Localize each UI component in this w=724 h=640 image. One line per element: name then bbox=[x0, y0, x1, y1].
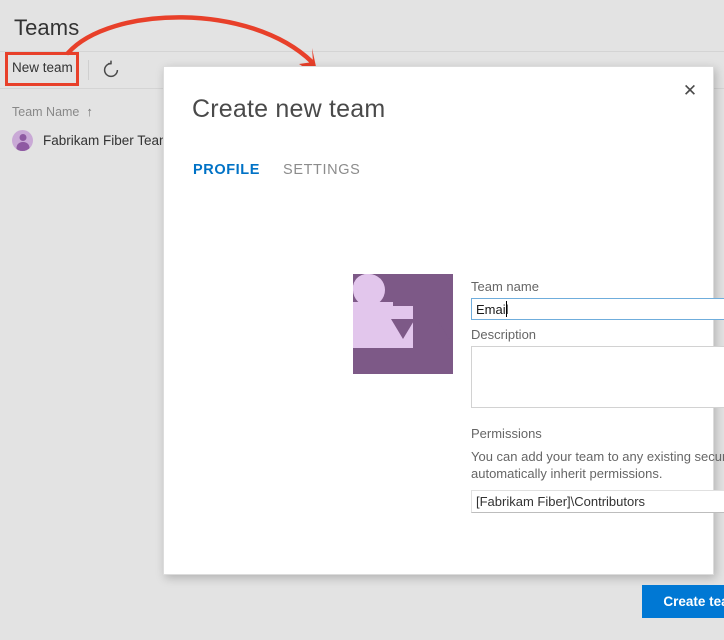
description-textarea[interactable] bbox=[471, 346, 724, 408]
permissions-dropdown[interactable]: [Fabrikam Fiber]\Contributors bbox=[471, 490, 724, 513]
page-title: Teams bbox=[14, 15, 79, 41]
tab-profile[interactable]: PROFILE bbox=[193, 162, 260, 182]
team-name-input[interactable] bbox=[471, 298, 724, 320]
toolbar-separator bbox=[88, 60, 89, 80]
column-header-team-name[interactable]: Team Name ↑ bbox=[12, 104, 93, 119]
create-new-team-dialog: ✕ Create new team PROFILE SETTINGS Team … bbox=[163, 66, 714, 575]
person-silhouette-center bbox=[353, 274, 413, 348]
column-header-label: Team Name bbox=[12, 105, 79, 119]
new-team-button[interactable]: New team bbox=[12, 60, 73, 75]
create-team-button[interactable]: Create team bbox=[642, 585, 724, 618]
description-label: Description bbox=[471, 327, 536, 342]
table-row[interactable]: Fabrikam Fiber Team bbox=[12, 130, 170, 151]
tab-settings[interactable]: SETTINGS bbox=[283, 162, 360, 182]
dialog-tabstrip: PROFILE SETTINGS bbox=[193, 162, 360, 182]
close-icon[interactable]: ✕ bbox=[675, 75, 705, 105]
text-cursor bbox=[506, 301, 507, 317]
team-avatar-icon bbox=[12, 130, 33, 151]
refresh-icon[interactable] bbox=[100, 59, 122, 81]
team-image-thumbnail[interactable] bbox=[353, 274, 453, 374]
team-name-cell: Fabrikam Fiber Team bbox=[43, 133, 170, 148]
permissions-help-text: You can add your team to any existing se… bbox=[471, 448, 724, 482]
sort-ascending-icon: ↑ bbox=[86, 104, 93, 119]
team-name-label: Team name bbox=[471, 279, 539, 294]
permissions-label: Permissions bbox=[471, 426, 542, 441]
dialog-title: Create new team bbox=[192, 95, 385, 124]
permissions-selected-value: [Fabrikam Fiber]\Contributors bbox=[476, 494, 645, 509]
